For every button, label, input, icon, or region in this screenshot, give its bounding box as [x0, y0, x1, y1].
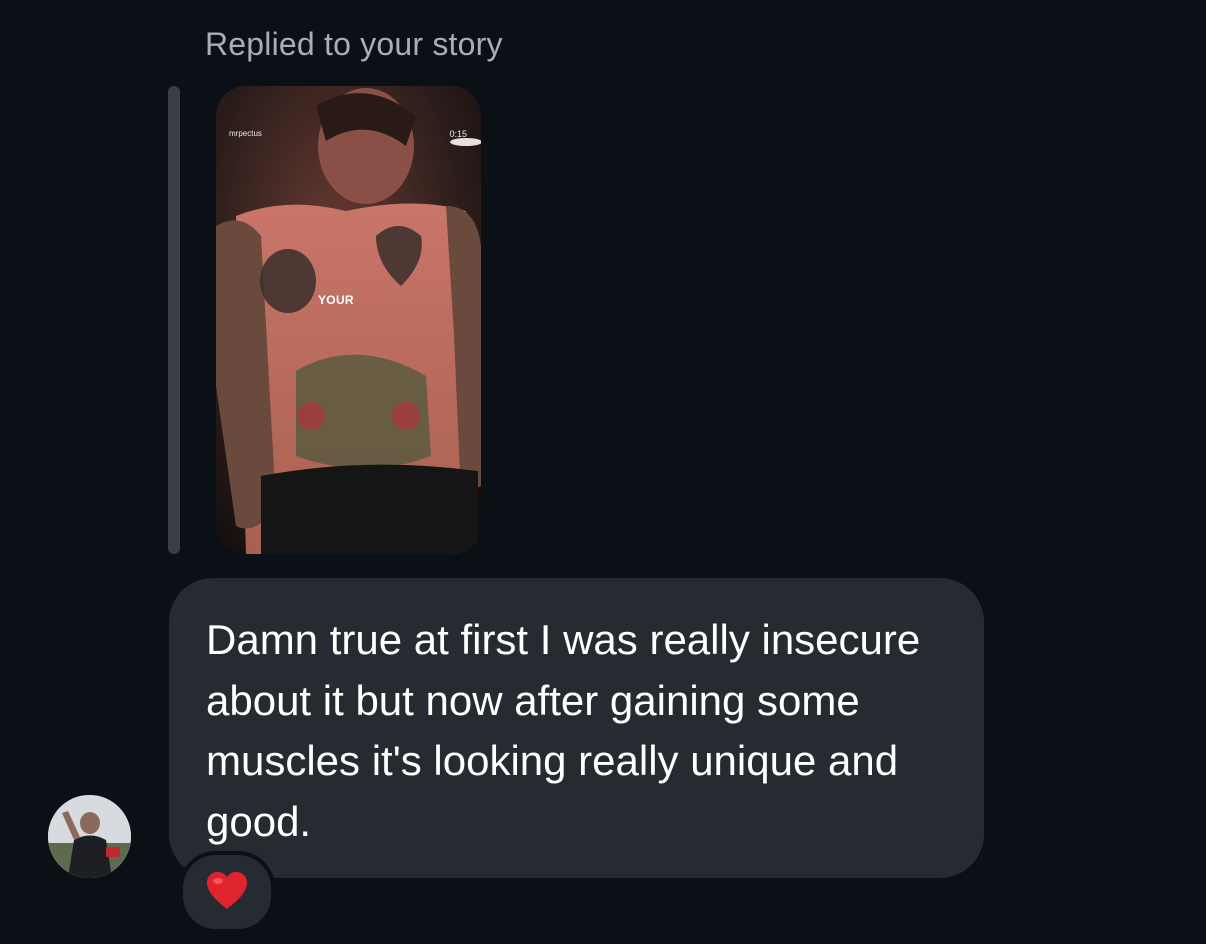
story-username: mrpectus: [229, 129, 262, 138]
heart-icon: [207, 872, 247, 909]
sender-avatar[interactable]: [48, 795, 131, 878]
story-duration: 0:15: [449, 129, 467, 139]
message-text: Damn true at first I was really insecure…: [206, 616, 921, 845]
reaction-badge[interactable]: [179, 851, 275, 933]
story-image: [216, 86, 481, 554]
story-overlay-text: YOUR: [318, 293, 354, 307]
replied-to-story-label: Replied to your story: [205, 26, 503, 62]
message-bubble[interactable]: Damn true at first I was really insecure…: [169, 578, 984, 878]
dm-thread: Replied to your story mrpectus 0:15 YOUR…: [0, 0, 1206, 944]
reply-indicator-bar: [168, 86, 180, 554]
profile-photo-icon: [48, 795, 131, 878]
story-preview[interactable]: mrpectus 0:15 YOUR: [216, 86, 481, 554]
